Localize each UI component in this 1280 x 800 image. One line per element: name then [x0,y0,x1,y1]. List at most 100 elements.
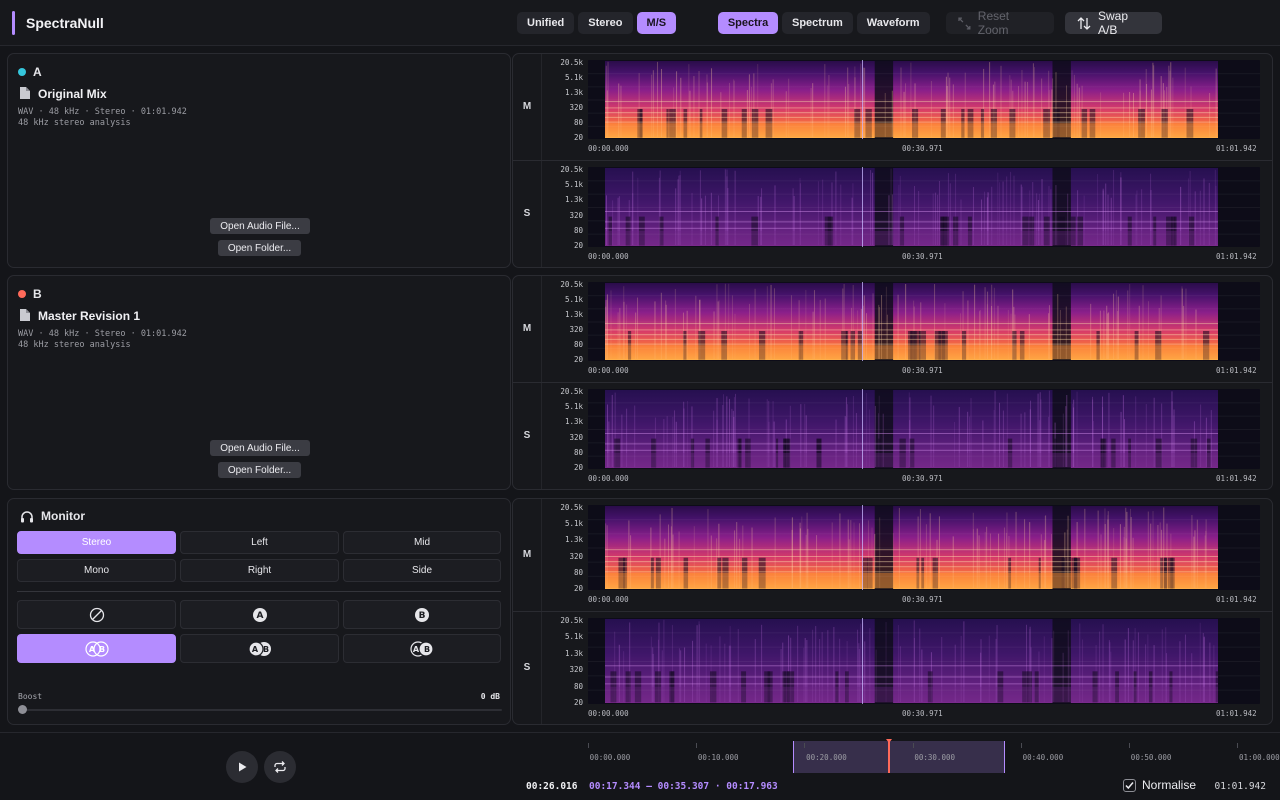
frequency-tick: 80 [573,340,583,349]
track-a-panel: A Original Mix WAV · 48 kHz · Stereo · 0… [7,53,511,268]
frequency-tick: 5.1k [564,180,583,190]
time-tick: 00:00.000 [588,144,629,153]
track-b-open-folder-button[interactable]: Open Folder... [218,462,301,478]
monitor-panel: Monitor Stereo Left Mid Mono Right Side … [7,498,511,725]
headphones-icon [21,511,33,523]
spectrogram-panel-a: M 20.5k 5.1k 1.3k 320 80 20 00:00.000 00:30.971 0… [512,53,1273,268]
spectrogram-image[interactable] [588,389,1260,469]
time-tick: 00:30.971 [902,144,943,153]
frequency-tick: 20.5k [560,387,583,396]
boost-slider-track[interactable] [18,709,502,711]
svg-text:A: A [88,645,95,654]
frequency-tick: 20 [573,584,583,593]
view-waveform-button[interactable]: Waveform [856,12,930,34]
mid-lane: M 20.5k 5.1k 1.3k 320 80 20 00:00.000 00:30.971 0… [513,54,1272,161]
lane-label: S [523,662,531,673]
channel-mode-group: Unified Stereo M/S [517,12,677,34]
zoom-reset-icon [958,16,971,30]
source-b-over-a-button[interactable]: AB [343,634,501,663]
channel-stereo-button[interactable]: Stereo [578,12,633,34]
spectrogram-playhead [862,618,864,704]
source-a-button[interactable]: A [180,600,339,629]
lane-gutter [541,54,542,161]
monitor-stereo-button[interactable]: Stereo [17,531,176,554]
a-icon: A [252,607,267,622]
spectrogram-playhead [862,389,864,469]
ruler-tick [804,743,806,748]
spectrogram-canvas[interactable] [588,618,1260,704]
monitor-left-button[interactable]: Left [180,531,339,554]
track-b-panel: B Master Revision 1 WAV · 48 kHz · Stere… [7,275,511,490]
frequency-tick: 320 [569,551,583,561]
spectrogram-image[interactable] [588,282,1260,361]
spectrogram-image[interactable] [588,505,1260,590]
view-mode-group: Spectra Spectrum Waveform [718,12,930,34]
time-tick: 01:01.942 [1216,709,1257,718]
time-tick: 01:01.942 [1216,474,1257,483]
source-a-over-b-button[interactable]: AB [180,634,339,663]
monitor-title: Monitor [41,509,85,523]
frequency-tick: 5.1k [564,295,583,304]
time-tick: 00:00.000 [588,474,629,483]
source-b-button[interactable]: B [343,600,501,629]
lane-gutter [541,276,542,383]
frequency-tick: 20.5k [560,58,583,67]
channel-unified-button[interactable]: Unified [517,12,575,34]
ruler-label: 01:00.000 [1239,753,1280,762]
track-b-file-name: Master Revision 1 [38,309,141,323]
time-tick: 01:01.942 [1216,366,1257,375]
spectrogram-canvas[interactable] [588,389,1260,469]
time-tick: 00:00.000 [588,595,629,604]
monitor-mode-grid: Stereo Left Mid Mono Right Side [17,531,501,582]
file-icon [20,309,30,321]
spectrogram-image[interactable] [588,167,1260,247]
side-lane: S 20.5k 5.1k 1.3k 320 80 20 00:00.000 00:30.971 0… [513,383,1272,489]
monitor-mid-button[interactable]: Mid [343,531,501,554]
spectrogram-canvas[interactable] [588,282,1260,361]
frequency-tick: 320 [569,325,583,334]
a-over-b-icon: AB [247,640,271,657]
frequency-tick: 20.5k [560,616,583,625]
spectrogram-canvas[interactable] [588,60,1260,139]
current-time: 00:26.016 [526,781,578,792]
frequency-tick: 80 [573,681,583,691]
loop-icon [274,761,286,773]
timeline-ruler[interactable]: 00:00.000 00:10.000 00:20.000 00:30.000 00:4… [588,739,1280,773]
monitor-right-button[interactable]: Right [180,559,339,582]
loop-button[interactable] [264,751,296,783]
normalise-toggle[interactable]: Normalise [1123,778,1196,792]
reset-zoom-button[interactable]: Reset Zoom [946,9,1054,37]
swap-icon [1077,16,1091,30]
normalise-checkbox[interactable] [1123,778,1136,792]
play-button[interactable] [226,751,258,783]
ruler-tick [588,743,589,748]
playhead[interactable] [887,741,890,773]
ruler-label: 00:30.000 [914,753,955,762]
spectrogram-playhead [862,505,864,590]
view-spectra-button[interactable]: Spectra [718,12,778,34]
svg-text:B: B [424,645,430,654]
track-a-open-folder-button[interactable]: Open Folder... [218,240,301,256]
view-spectrum-button[interactable]: Spectrum [782,12,853,34]
monitor-side-button[interactable]: Side [343,559,501,582]
spectrogram-canvas[interactable] [588,505,1260,590]
track-b-open-file-button[interactable]: Open Audio File... [210,440,310,456]
spectrogram-image[interactable] [588,60,1260,139]
boost-slider-thumb[interactable] [18,705,27,714]
frequency-tick: 20 [573,698,583,707]
frequency-tick: 80 [573,447,583,457]
source-ab-overlap-button[interactable]: AB [17,634,176,663]
time-tick: 01:01.942 [1216,144,1257,153]
track-a-file-name: Original Mix [38,87,107,101]
swap-ab-button[interactable]: Swap A/B [1065,9,1162,37]
channel-ms-button[interactable]: M/S [636,12,677,34]
playhead-handle[interactable] [885,739,892,743]
spectrogram-image[interactable] [588,618,1260,704]
spectrogram-canvas[interactable] [588,167,1260,247]
mid-lane: M 20.5k 5.1k 1.3k 320 80 20 00:00.000 00:30.971 0… [513,499,1272,612]
time-tick: 01:01.942 [1216,595,1257,604]
time-tick: 00:30.971 [902,595,943,604]
source-mute-button[interactable] [17,600,176,629]
monitor-mono-button[interactable]: Mono [17,559,176,582]
track-a-open-file-button[interactable]: Open Audio File... [210,218,310,234]
